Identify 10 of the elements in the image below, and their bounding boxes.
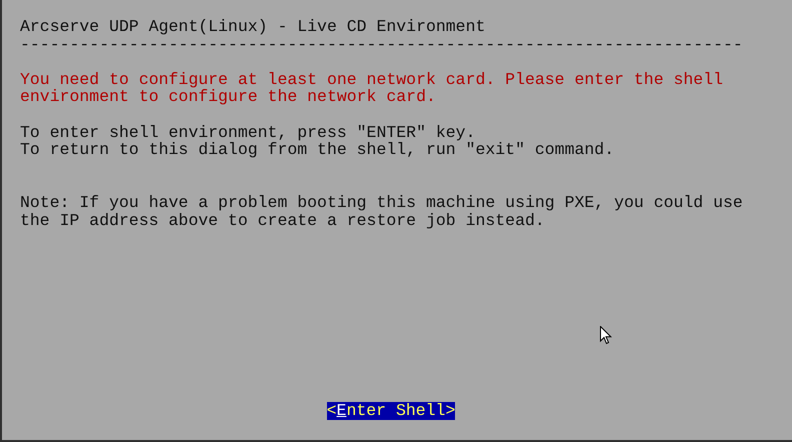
note-line: Note: If you have a problem booting this machine using PXE, you could use [20,194,743,212]
note-line: the IP address above to create a restore job instead. [20,212,545,230]
dialog-title: Arcserve UDP Agent(Linux) - Live CD Environment [20,18,486,36]
separator-line: ------------------------------------------------------------------------- [20,36,743,54]
instruction-line: To enter shell environment, press "ENTER" key. [20,124,476,142]
mouse-pointer-icon [600,326,612,345]
instruction-line: To return to this dialog from the shell, run "exit" command. [20,141,614,159]
error-message-line: You need to configure at least one network card. Please enter the shell [20,70,724,88]
error-message-line: environment to configure the network card. [20,88,436,106]
enter-shell-button[interactable]: <Enter Shell> [326,402,456,420]
